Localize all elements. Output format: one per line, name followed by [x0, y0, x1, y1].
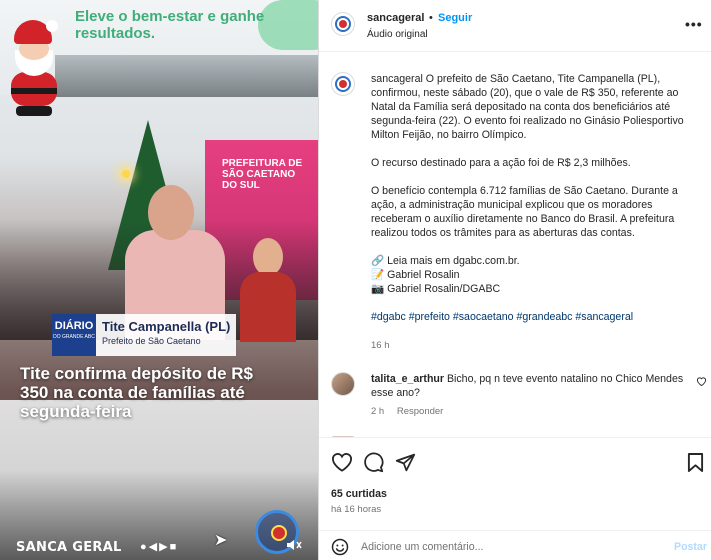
woman-body	[240, 272, 296, 342]
caption-paragraph-3: O benefício contempla 6.712 famílias de …	[371, 185, 678, 239]
commenter-avatar[interactable]	[331, 372, 355, 396]
comment-meta: 2 h Responder	[371, 406, 453, 417]
caption-credit-photo: 📷 Gabriel Rosalin/DGABC	[371, 283, 501, 295]
audio-link[interactable]: Áudio original	[367, 29, 428, 40]
share-send-icon[interactable]	[395, 452, 417, 474]
header-username[interactable]: sancageral	[367, 12, 424, 24]
caption-avatar[interactable]	[331, 72, 355, 96]
mute-icon[interactable]	[286, 538, 304, 554]
lower-third-box: Tite Campanella (PL) Prefeito de São Cae…	[96, 314, 236, 356]
comment-bar: Postar	[319, 530, 711, 560]
video-headline: Tite confirma depósito de R$ 350 na cont…	[20, 364, 254, 421]
caption-credit-text: 📝 Gabriel Rosalin	[371, 269, 460, 281]
profile-avatar[interactable]	[331, 12, 355, 36]
social-icons: ●◀▶■	[140, 541, 179, 553]
more-options-icon[interactable]: •••	[685, 16, 703, 32]
lower-third: DIÁRIO DO GRANDE ABC Tite Campanella (PL…	[52, 314, 236, 356]
comment-input[interactable]	[361, 537, 641, 557]
post-time-ago: há 16 horas	[331, 504, 382, 515]
reply-button[interactable]: Responder	[397, 406, 443, 417]
header-separator: •	[429, 12, 433, 24]
prefeitura-logo-text: PREFEITURA DE SÃO CAETANO DO SUL	[222, 158, 303, 191]
santa-sticker	[6, 20, 62, 118]
balcony-audience	[55, 55, 318, 97]
caption-link-line: 🔗 Leia mais em dgabc.com.br.	[371, 255, 520, 267]
caption-username[interactable]: sancageral	[371, 73, 423, 85]
like-heart-icon[interactable]	[331, 452, 353, 474]
follow-button[interactable]: Seguir	[438, 12, 472, 24]
likes-count[interactable]: 65 curtidas	[331, 488, 387, 500]
post-comment-button[interactable]: Postar	[674, 541, 707, 553]
comment-like-icon[interactable]	[696, 376, 707, 389]
woman-head	[253, 238, 283, 276]
post-caption: sancageral O prefeito de São Caetano, Ti…	[371, 72, 701, 338]
caption-hashtags[interactable]: #dgabc #prefeito #saocaetano #grandeabc …	[371, 310, 701, 324]
speaker-name: Tite Campanella (PL)	[102, 319, 231, 334]
comment-username[interactable]: talita_e_arthur	[371, 373, 444, 385]
comments-scroll-area[interactable]: sancageral O prefeito de São Caetano, Ti…	[319, 52, 711, 437]
comment: talita_e_arthur Bicho, pq n teve evento …	[371, 372, 691, 400]
comment-timestamp: 2 h	[371, 406, 385, 417]
brand-name: SANCA GERAL	[16, 540, 122, 555]
speaker-role: Prefeito de São Caetano	[102, 336, 201, 346]
caption-paragraph-2: O recurso destinado para a ação foi de R…	[371, 157, 631, 169]
tree-light	[122, 170, 130, 178]
speaker-head	[148, 185, 194, 240]
caption-timestamp: 16 h	[371, 340, 390, 351]
post-header: sancageral • Seguir Áudio original •••	[319, 0, 711, 52]
comment-bubble-icon[interactable]	[363, 452, 385, 474]
reel-video[interactable]: Eleve o bem-estar e ganhe resultados. PR…	[0, 0, 318, 560]
mouse-cursor-icon: ➤	[214, 532, 228, 549]
save-bookmark-icon[interactable]	[687, 452, 709, 474]
post-panel: sancageral • Seguir Áudio original ••• s…	[319, 0, 711, 560]
diario-logo: DIÁRIO DO GRANDE ABC	[52, 314, 96, 356]
emoji-icon[interactable]	[331, 538, 349, 556]
venue-banner-text: Eleve o bem-estar e ganhe resultados.	[75, 8, 265, 42]
post-actions: 65 curtidas há 16 horas Postar	[319, 437, 711, 557]
